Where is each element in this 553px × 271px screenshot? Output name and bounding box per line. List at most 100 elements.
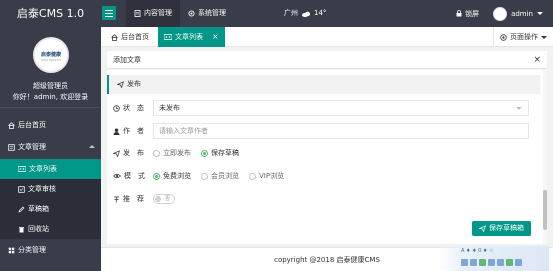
- top-nav-content[interactable]: 内容管理: [126, 0, 180, 27]
- page-ops-button[interactable]: 页面操作: [493, 27, 553, 47]
- lock-label: 锁屏: [465, 9, 480, 18]
- chevron-down-icon: [541, 35, 547, 39]
- avatar: [493, 6, 508, 21]
- radio-free[interactable]: 免费浏览: [153, 171, 191, 181]
- radio-vip[interactable]: VIP浏览: [249, 171, 284, 181]
- header-actions: 锁屏 admin: [456, 0, 543, 27]
- logo-sub: QTAI HEALTH: [41, 58, 61, 62]
- tray-icon[interactable]: [497, 259, 504, 266]
- menu-toggle-button[interactable]: [102, 6, 116, 20]
- weather-city: 广州: [284, 9, 298, 17]
- sidebar-item-drafts[interactable]: 草稿箱: [0, 199, 101, 219]
- copyright-text: copyright @2018 启泰健康CMS: [274, 256, 380, 264]
- home-icon: [111, 33, 118, 41]
- sidebar-item-label: 文章列表: [29, 165, 57, 173]
- recommend-switch[interactable]: 否: [153, 194, 175, 204]
- recommend-icon: [113, 196, 120, 203]
- top-nav-system[interactable]: 系统管理: [180, 0, 234, 27]
- logo-text: 启泰健康: [40, 52, 61, 58]
- content-area: 添加文章 × 发布 状 态 未发布 作 者 请输入文章作者 发 布 立即发布 保…: [101, 48, 553, 247]
- audit-icon: [18, 185, 25, 193]
- sidebar-item-article-list[interactable]: 文章列表: [0, 159, 101, 179]
- weather-temp: 14°: [314, 9, 327, 17]
- sidebar-item-trash[interactable]: 回收站: [0, 219, 101, 239]
- scrollbar[interactable]: [543, 70, 547, 244]
- section-header: 发布: [107, 75, 540, 94]
- article-icon: [8, 143, 15, 151]
- save-draft-button[interactable]: 保存草稿箱: [472, 221, 531, 236]
- list-icon: [18, 166, 26, 172]
- tab-article-list-label: 文章列表: [175, 33, 203, 41]
- chevron-down-icon: [516, 107, 522, 110]
- radio-dot: [153, 149, 160, 157]
- tray-icon[interactable]: [470, 259, 477, 266]
- sidebar-item-label: 后台首页: [18, 121, 46, 129]
- category-icon: [8, 247, 15, 254]
- sidebar-item-home[interactable]: 后台首页: [0, 115, 101, 135]
- sidebar-item-article-audit[interactable]: 文章审核: [0, 179, 101, 199]
- user-role: 超级管理员: [33, 82, 68, 90]
- author-label: 作 者: [113, 121, 153, 141]
- page-ops-label: 页面操作: [510, 33, 538, 41]
- recommend-label-text: 推 荐: [123, 195, 144, 203]
- author-row: 作 者 请输入文章作者: [107, 121, 540, 141]
- send-icon: [113, 149, 120, 157]
- top-bar: 启泰CMS 1.0 内容管理 系统管理 广州 14° 锁屏 admin: [0, 0, 553, 27]
- sidebar-item-categories[interactable]: 分类管理: [0, 240, 101, 260]
- user-menu[interactable]: admin: [493, 6, 543, 21]
- sidebar-item-label: 分类管理: [18, 246, 46, 254]
- status-label: 状 态: [113, 98, 153, 118]
- radio-dot: [249, 172, 256, 180]
- chevron-up-icon: [89, 145, 95, 148]
- tab-article-list[interactable]: 文章列表 ×: [158, 27, 225, 47]
- cloud-icon: [301, 11, 311, 17]
- status-label-text: 状 态: [123, 104, 144, 112]
- clock-icon: [113, 104, 120, 112]
- tab-home-label: 后台首页: [121, 33, 149, 41]
- draft-icon: [18, 206, 25, 213]
- radio-dot: [201, 172, 208, 180]
- radio-label: 免费浏览: [163, 172, 191, 180]
- save-draft-label: 保存草稿箱: [489, 224, 524, 232]
- tab-bar: 后台首页 文章列表 × 页面操作: [101, 27, 553, 47]
- recommend-label: 推 荐: [113, 189, 153, 209]
- radio-dot: [201, 149, 208, 157]
- tray-icon[interactable]: [479, 259, 486, 266]
- status-select-value: 未发布: [159, 104, 180, 112]
- system-tray: A ♦ ♦ 0 ♦ ☆: [441, 246, 553, 271]
- lock-screen-button[interactable]: 锁屏: [456, 9, 479, 19]
- panel-header: 添加文章 ×: [107, 51, 547, 69]
- radio-publish-now[interactable]: 立即发布: [153, 148, 191, 158]
- close-icon[interactable]: ×: [212, 27, 219, 47]
- radio-member[interactable]: 会员浏览: [201, 171, 239, 181]
- radio-label: 保存草稿: [211, 149, 239, 157]
- close-icon[interactable]: ×: [533, 51, 541, 69]
- mode-radio-group: 免费浏览 会员浏览 VIP浏览: [153, 166, 284, 186]
- sidebar: 启泰健康 QTAI HEALTH 超级管理员 你好！admin, 欢迎登录 后台…: [0, 27, 101, 271]
- section-title: 发布: [127, 80, 141, 88]
- top-nav-system-label: 系统管理: [198, 9, 226, 17]
- gear-icon: [188, 10, 195, 17]
- user-name: admin: [511, 9, 533, 18]
- mode-label-text: 模 式: [124, 172, 145, 180]
- tab-home[interactable]: 后台首页: [105, 27, 155, 47]
- sidebar-avatar[interactable]: 启泰健康 QTAI HEALTH: [33, 37, 69, 73]
- author-input[interactable]: 请输入文章作者: [153, 123, 529, 139]
- send-icon: [117, 81, 124, 88]
- lock-icon: [456, 10, 462, 17]
- scrollbar-thumb[interactable]: [543, 190, 547, 230]
- section-title-wrap: 发布: [117, 75, 141, 94]
- radio-save-draft[interactable]: 保存草稿: [201, 148, 239, 158]
- trash-icon: [18, 226, 25, 233]
- tray-icon[interactable]: [515, 259, 522, 266]
- status-select[interactable]: 未发布: [153, 100, 529, 116]
- tray-icon[interactable]: [461, 259, 468, 266]
- chevron-down-icon: [537, 12, 543, 15]
- radio-label: 会员浏览: [211, 172, 239, 180]
- sidebar-item-articles[interactable]: 文章管理: [0, 137, 101, 157]
- publish-radio-group: 立即发布 保存草稿: [153, 143, 239, 163]
- tray-icon[interactable]: [506, 259, 513, 266]
- tray-icon[interactable]: [488, 259, 495, 266]
- sidebar-item-label: 草稿箱: [28, 205, 49, 213]
- app-title: 启泰CMS 1.0: [0, 0, 101, 27]
